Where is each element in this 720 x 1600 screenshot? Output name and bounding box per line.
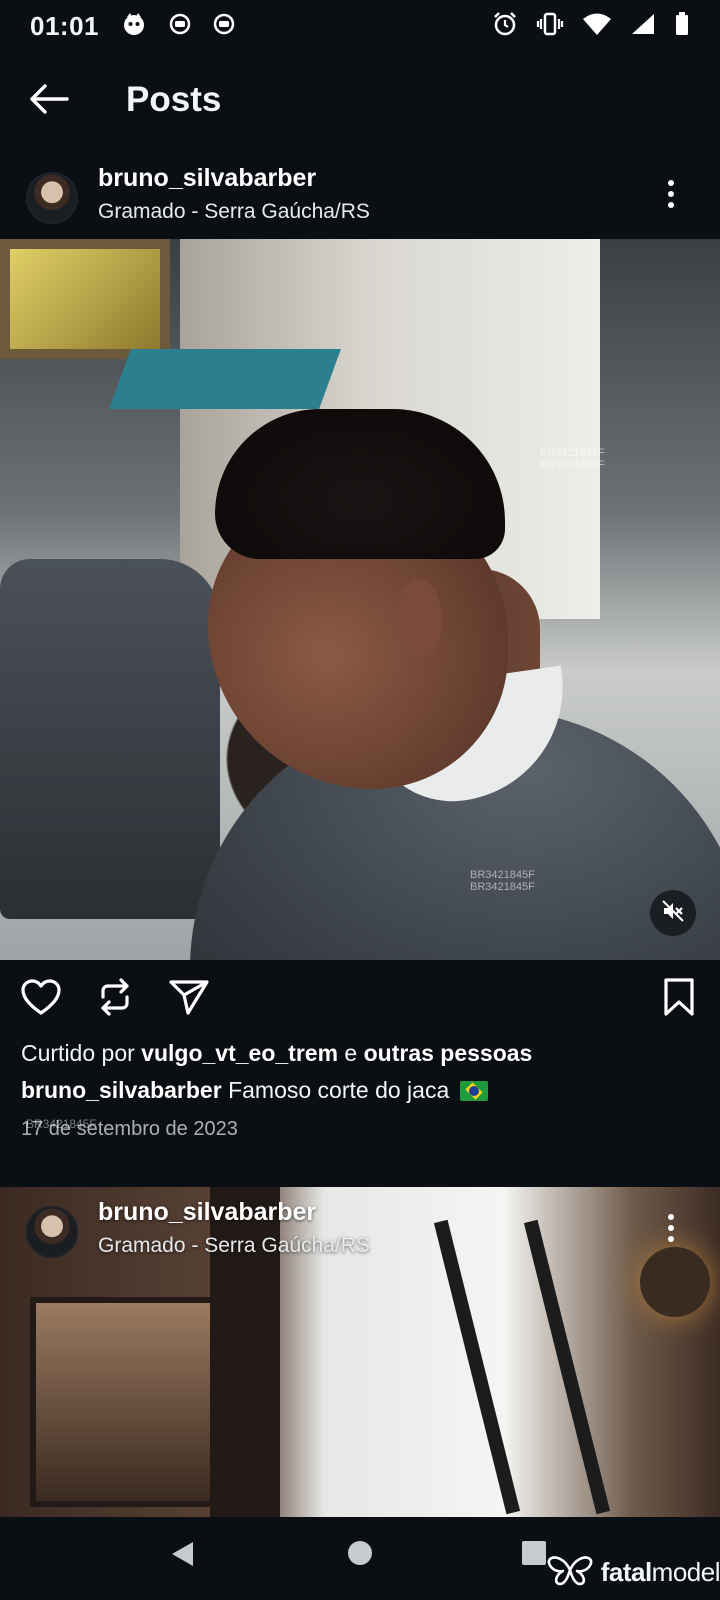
nav-back-button[interactable]	[168, 1539, 198, 1574]
caption-username[interactable]: bruno_silvabarber	[21, 1077, 222, 1103]
avatar[interactable]	[26, 172, 78, 224]
nav-home-button[interactable]	[346, 1539, 374, 1572]
post-caption: bruno_silvabarber Famoso corte do jaca	[21, 1077, 488, 1104]
recents-square-icon	[520, 1541, 548, 1571]
save-button[interactable]	[656, 976, 702, 1022]
top-app-bar: Posts	[0, 60, 720, 142]
more-vertical-icon	[668, 1214, 674, 1220]
barber-chair	[0, 559, 220, 919]
page-title: Posts	[126, 80, 222, 119]
mute-button[interactable]	[650, 890, 696, 936]
brazil-flag-icon	[459, 1081, 488, 1101]
pool-table	[109, 349, 341, 409]
bookmark-icon	[662, 977, 696, 1022]
post-header: bruno_silvabarber Gramado - Serra Gaúcha…	[0, 1198, 720, 1282]
system-navigation-bar: fatalmodel	[0, 1517, 720, 1600]
watermark: BR3421845F BR3421845F	[470, 869, 535, 893]
share-button[interactable]	[166, 976, 212, 1022]
butterfly-logo-icon	[547, 1553, 593, 1592]
repost-icon	[97, 977, 133, 1022]
volume-muted-icon	[661, 899, 685, 928]
wifi-icon	[582, 12, 612, 41]
home-circle-icon	[346, 1541, 374, 1571]
watermark: BR3421845F BR3421845F	[540, 447, 605, 471]
more-vertical-icon	[668, 180, 674, 186]
more-options-button[interactable]	[658, 1208, 684, 1248]
post-location[interactable]: Gramado - Serra Gaúcha/RS	[98, 200, 370, 224]
post-image[interactable]: BR3421845F BR3421845F BR3421845F BR3421845…	[0, 239, 720, 960]
liked-prefix: Curtido por	[21, 1040, 135, 1066]
watermark: BR3421845F	[26, 1117, 97, 1131]
notification-app-icon	[121, 11, 147, 42]
heart-icon	[20, 978, 62, 1021]
brand-logo: fatalmodel	[547, 1553, 720, 1592]
signal-icon	[630, 12, 656, 41]
post-username[interactable]: bruno_silvabarber	[98, 1198, 316, 1227]
battery-icon	[674, 11, 690, 42]
brand-name: fatalmodel	[600, 1557, 720, 1587]
liked-others[interactable]: outras pessoas	[364, 1040, 533, 1066]
status-bar: 01:01	[0, 0, 720, 52]
media-icon	[169, 13, 191, 40]
vibrate-icon	[536, 11, 564, 42]
avatar[interactable]	[26, 1206, 78, 1258]
back-button[interactable]	[24, 78, 74, 124]
post-location[interactable]: Gramado - Serra Gaúcha/RS	[98, 1234, 370, 1258]
liked-by-text[interactable]: Curtido por vulgo_vt_eo_trem e outras pe…	[21, 1040, 532, 1067]
liked-username[interactable]: vulgo_vt_eo_trem	[141, 1040, 338, 1066]
nav-recents-button[interactable]	[520, 1539, 548, 1572]
post-header: bruno_silvabarber Gramado - Serra Gaúcha…	[0, 164, 720, 248]
like-button[interactable]	[18, 976, 64, 1022]
liked-connector: e	[344, 1040, 358, 1066]
arrow-left-icon	[27, 82, 71, 121]
caption-text: Famoso corte do jaca	[228, 1077, 450, 1103]
more-options-button[interactable]	[658, 174, 684, 214]
background-window	[0, 239, 170, 359]
background-shelf	[30, 1297, 230, 1507]
status-time: 01:01	[30, 10, 99, 41]
repost-button[interactable]	[92, 976, 138, 1022]
send-icon	[168, 977, 210, 1022]
alarm-icon	[492, 11, 518, 42]
media-icon	[213, 13, 235, 40]
post-username[interactable]: bruno_silvabarber	[98, 164, 316, 193]
back-triangle-icon	[168, 1542, 198, 1573]
post-actions	[0, 968, 720, 1034]
